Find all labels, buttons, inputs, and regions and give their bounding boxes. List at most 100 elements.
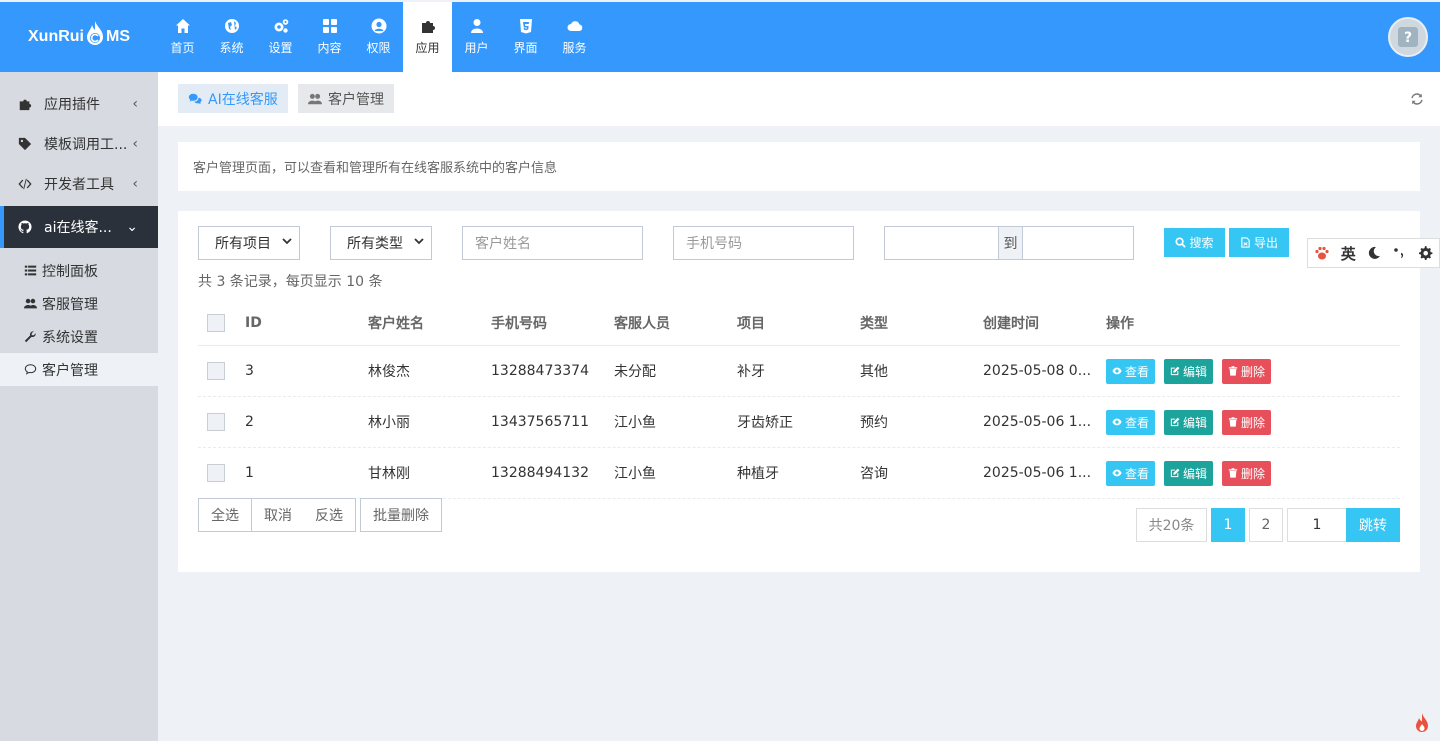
users-icon bbox=[24, 298, 37, 309]
nav-ui[interactable]: 界面 bbox=[501, 2, 550, 72]
brand-logo[interactable]: XunRui MS bbox=[0, 2, 158, 72]
delete-button[interactable]: 删除 bbox=[1222, 409, 1272, 435]
fire-icon[interactable] bbox=[1410, 711, 1434, 735]
nav-users[interactable]: 用户 bbox=[452, 2, 501, 72]
nav-label: 界面 bbox=[513, 41, 538, 55]
nav-system[interactable]: 系统 bbox=[207, 2, 256, 72]
start-date-input[interactable] bbox=[885, 227, 998, 259]
row-checkbox[interactable] bbox=[207, 413, 225, 431]
sidebar-group-label: 应用插件 bbox=[44, 97, 100, 113]
sidebar-group-ai-service[interactable]: ai在线客... ⌄ bbox=[0, 206, 158, 248]
delete-button[interactable]: 删除 bbox=[1222, 358, 1272, 384]
sidebar-item-customers[interactable]: 客户管理 bbox=[0, 353, 158, 386]
cell-project: 补牙 bbox=[737, 364, 765, 380]
project-select[interactable]: 所有项目 bbox=[198, 226, 300, 260]
sidebar-item-dashboard[interactable]: 控制面板 bbox=[0, 254, 158, 287]
globe-icon bbox=[224, 19, 239, 33]
file-export-icon bbox=[1241, 237, 1250, 248]
col-phone: 手机号码 bbox=[491, 316, 547, 332]
nav-service[interactable]: 服务 bbox=[550, 2, 599, 72]
delete-label: 删除 bbox=[1241, 415, 1266, 430]
pagination-total: 共20条 bbox=[1136, 508, 1207, 542]
nav-label: 用户 bbox=[464, 41, 489, 55]
moon-icon[interactable] bbox=[1367, 246, 1381, 260]
edit-button[interactable]: 编辑 bbox=[1164, 358, 1214, 384]
nav-home[interactable]: 首页 bbox=[158, 2, 207, 72]
view-button[interactable]: 查看 bbox=[1106, 358, 1156, 384]
page-1-button[interactable]: 1 bbox=[1211, 508, 1245, 542]
cell-phone: 13437565711 bbox=[491, 414, 589, 430]
edit-icon bbox=[1170, 468, 1180, 478]
nav-content[interactable]: 内容 bbox=[305, 2, 354, 72]
cell-created-at: 2025-05-06 1... bbox=[983, 465, 1092, 481]
flame-logo-icon bbox=[87, 21, 103, 45]
tab-ai-service[interactable]: AI在线客服 bbox=[178, 84, 288, 113]
export-button[interactable]: 导出 bbox=[1229, 228, 1289, 257]
table-row: 3 林俊杰 13288473374 未分配 补牙 其他 2025-05-08 0... 查看 编… bbox=[198, 346, 1400, 397]
punctuation-icon[interactable] bbox=[1392, 246, 1406, 260]
grid-icon bbox=[322, 19, 337, 33]
table-header: ID 客户姓名 手机号码 客服人员 项目 类型 创建时间 操作 bbox=[198, 301, 1400, 346]
edit-label: 编辑 bbox=[1183, 364, 1208, 379]
select-all-button[interactable]: 全选 bbox=[198, 498, 252, 532]
html5-icon bbox=[519, 19, 532, 34]
top-navbar: XunRui MS 首页 系统 设置 内容 权限 应用 用户 界面 服务 ? bbox=[0, 2, 1440, 72]
trash-icon bbox=[1228, 366, 1238, 376]
row-checkbox[interactable] bbox=[207, 362, 225, 380]
search-label: 搜索 bbox=[1189, 236, 1214, 250]
edit-button[interactable]: 编辑 bbox=[1164, 460, 1214, 486]
edit-icon bbox=[1170, 366, 1180, 376]
select-all-checkbox[interactable] bbox=[207, 314, 225, 332]
sidebar-group-label: 开发者工具 bbox=[44, 177, 114, 193]
cell-id: 1 bbox=[245, 465, 254, 481]
sidebar: 应用插件 ‹ 模板调用工... ‹ 开发者工具 ‹ ai在线客... ⌄ 控制面… bbox=[0, 72, 158, 741]
sidebar-item-settings[interactable]: 系统设置 bbox=[0, 320, 158, 353]
delete-label: 删除 bbox=[1241, 466, 1266, 481]
batch-delete-button[interactable]: 批量删除 bbox=[360, 498, 442, 532]
user-circle-icon bbox=[371, 18, 386, 34]
language-toggle[interactable]: 英 bbox=[1341, 243, 1356, 264]
sidebar-group-dev-tools[interactable]: 开发者工具 ‹ bbox=[0, 164, 158, 204]
row-checkbox[interactable] bbox=[207, 464, 225, 482]
invert-selection-button[interactable]: 反选 bbox=[303, 498, 356, 532]
nav-label: 设置 bbox=[268, 41, 293, 55]
cell-agent: 江小鱼 bbox=[614, 466, 656, 482]
edit-icon bbox=[1170, 417, 1180, 427]
table-row: 2 林小丽 13437565711 江小鱼 牙齿矫正 预约 2025-05-06 1... 查… bbox=[198, 397, 1400, 448]
nav-apps[interactable]: 应用 bbox=[403, 2, 452, 72]
type-select[interactable]: 所有类型 bbox=[330, 226, 432, 260]
nav-settings[interactable]: 设置 bbox=[256, 2, 305, 72]
page-2-button[interactable]: 2 bbox=[1249, 508, 1283, 542]
sidebar-item-agents[interactable]: 客服管理 bbox=[0, 287, 158, 320]
page-jump-button[interactable]: 跳转 bbox=[1346, 508, 1400, 542]
date-range-separator: 到 bbox=[998, 227, 1023, 259]
view-button[interactable]: 查看 bbox=[1106, 460, 1156, 486]
page-description: 客户管理页面，可以查看和管理所有在线客服系统中的客户信息 bbox=[178, 142, 1420, 191]
customer-name-input[interactable]: 客户姓名 bbox=[462, 226, 643, 260]
row-actions: 查看 编辑 删除 bbox=[1106, 460, 1306, 486]
col-customer-name: 客户姓名 bbox=[368, 316, 424, 332]
tag-icon bbox=[18, 137, 32, 151]
sidebar-item-label: 客户管理 bbox=[42, 362, 98, 379]
sidebar-group-template-tools[interactable]: 模板调用工... ‹ bbox=[0, 124, 158, 164]
paw-icon[interactable] bbox=[1314, 245, 1330, 261]
gear-icon[interactable] bbox=[1417, 245, 1433, 261]
search-button[interactable]: 搜索 bbox=[1164, 228, 1225, 257]
edit-button[interactable]: 编辑 bbox=[1164, 409, 1214, 435]
end-date-input[interactable] bbox=[1023, 227, 1133, 259]
tab-customer-mgmt[interactable]: 客户管理 bbox=[298, 84, 394, 113]
input-method-toolbar: 英 bbox=[1307, 238, 1440, 268]
page-jump-input[interactable]: 1 bbox=[1287, 508, 1347, 542]
eye-icon bbox=[1112, 367, 1122, 375]
cancel-selection-button[interactable]: 取消 bbox=[251, 498, 304, 532]
refresh-icon[interactable] bbox=[1410, 92, 1424, 106]
tab-label: AI在线客服 bbox=[208, 91, 278, 108]
user-avatar[interactable]: ? bbox=[1388, 17, 1428, 57]
search-icon bbox=[1175, 237, 1187, 248]
nav-permission[interactable]: 权限 bbox=[354, 2, 403, 72]
phone-input[interactable]: 手机号码 bbox=[673, 226, 854, 260]
view-button[interactable]: 查看 bbox=[1106, 409, 1156, 435]
delete-button[interactable]: 删除 bbox=[1222, 460, 1272, 486]
col-agent: 客服人员 bbox=[614, 316, 670, 332]
sidebar-group-app-plugins[interactable]: 应用插件 ‹ bbox=[0, 84, 158, 124]
